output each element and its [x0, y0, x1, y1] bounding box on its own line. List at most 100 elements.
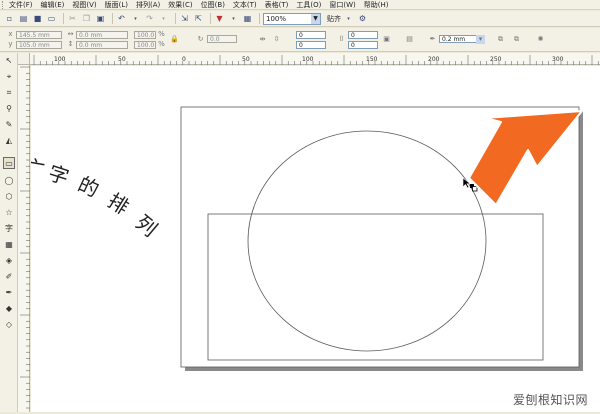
- outline-tool-icon[interactable]: ✒: [3, 287, 15, 299]
- property-bar: x y 145.5 mm 105.0 mm ↔ ↕ 0.0 mm 0.0 mm …: [0, 28, 600, 52]
- snap-dropdown-icon[interactable]: ▾: [343, 13, 354, 24]
- menu-arrange[interactable]: 排列(A): [136, 0, 160, 10]
- chevron-down-icon[interactable]: ▼: [311, 13, 320, 24]
- ruler-label: 0: [182, 56, 186, 63]
- menu-bitmaps[interactable]: 位图(B): [201, 0, 225, 10]
- canvas-artwork: 亠 字 的 排 列: [23, 106, 583, 371]
- menu-bar: 文件(F) 编辑(E) 视图(V) 版面(L) 排列(A) 效果(C) 位图(B…: [0, 0, 600, 10]
- eyedropper-tool-icon[interactable]: ✐: [3, 271, 15, 283]
- scale-y-field[interactable]: 100.0: [134, 41, 156, 49]
- text-tool-icon[interactable]: 字: [3, 223, 15, 235]
- menu-file[interactable]: 文件(F): [9, 0, 33, 10]
- ruler-label: 300: [552, 56, 564, 63]
- export-icon[interactable]: ⇱: [193, 13, 204, 24]
- paste-icon[interactable]: ▣: [95, 13, 106, 24]
- height-field[interactable]: 0.0 mm: [76, 41, 128, 49]
- import-icon[interactable]: ⇲: [179, 13, 190, 24]
- fill-tool-icon[interactable]: ◆: [3, 303, 15, 315]
- welcome-screen-icon[interactable]: ▦: [242, 13, 253, 24]
- scale-unit-x: %: [158, 30, 165, 38]
- save-icon[interactable]: ■: [32, 13, 43, 24]
- corner-radius-1[interactable]: 0: [296, 31, 326, 39]
- scale-x-field[interactable]: 100.0: [134, 31, 156, 39]
- corner-lock-all-icon[interactable]: ▣: [382, 35, 391, 44]
- polygon-tool-icon[interactable]: ⬡: [3, 191, 15, 203]
- zoom-level-value: 100%: [266, 14, 287, 23]
- horizontal-ruler[interactable]: 100 50 0 50 100 150 200 250 300: [30, 53, 600, 65]
- options-icon[interactable]: ⚙: [357, 13, 368, 24]
- cut-icon[interactable]: ✂: [67, 13, 78, 24]
- vertical-ruler-ticks: [20, 66, 30, 409]
- corner-lock-icon[interactable]: ⌷: [337, 35, 346, 44]
- watermark-text: 爱刨根知识网: [512, 393, 588, 407]
- menu-table[interactable]: 表格(T): [265, 0, 289, 10]
- application-launcher-icon[interactable]: ▼: [214, 13, 225, 24]
- menu-edit[interactable]: 编辑(E): [41, 0, 65, 10]
- curved-text-char-1[interactable]: 字: [45, 160, 71, 189]
- menu-layout[interactable]: 版面(L): [105, 0, 128, 10]
- copy-icon[interactable]: ❐: [81, 13, 92, 24]
- to-front-icon[interactable]: ⧉: [496, 35, 505, 44]
- corner-radius-3[interactable]: 0: [348, 31, 378, 39]
- ruler-label: 50: [118, 56, 126, 63]
- outline-dropdown-icon[interactable]: ▾: [476, 35, 485, 44]
- curved-text-char-3[interactable]: 排: [104, 188, 134, 219]
- curved-text-char-4[interactable]: 列: [131, 210, 162, 241]
- snap-to-label[interactable]: 贴齐: [327, 14, 341, 24]
- new-document-icon[interactable]: ▫: [4, 13, 15, 24]
- rotation-field[interactable]: 0.0: [207, 35, 237, 43]
- zoom-tool-icon[interactable]: ⚲: [3, 103, 15, 115]
- mirror-horizontal-icon[interactable]: ⇹: [258, 35, 267, 44]
- menu-window[interactable]: 窗口(W): [329, 0, 355, 10]
- open-folder-icon[interactable]: ▤: [18, 13, 29, 24]
- lock-ratio-icon[interactable]: 🔒: [170, 35, 179, 44]
- corner-radius-2[interactable]: 0: [296, 41, 326, 49]
- basic-shapes-tool-icon[interactable]: ☆: [3, 207, 15, 219]
- rotate-icon: ↻: [197, 35, 204, 43]
- standard-toolbar: ▫ ▤ ■ ▭ ✂ ❐ ▣ ↶ ▾ ↷ ▾ ⇲ ⇱ ▼ ▾ ▦ 100% ▼ 贴…: [0, 11, 600, 27]
- undo-dropdown-icon[interactable]: ▾: [130, 13, 141, 24]
- y-position-icon: y: [8, 40, 13, 48]
- outline-width-select[interactable]: 0.2 mm: [439, 35, 477, 43]
- ellipse-tool-icon[interactable]: ◯: [3, 175, 15, 187]
- curved-text-partial-char[interactable]: 亠: [23, 154, 47, 181]
- width-field[interactable]: 0.0 mm: [76, 31, 128, 39]
- smart-fill-tool-icon[interactable]: ◭: [3, 135, 15, 147]
- table-tool-icon[interactable]: ▦: [3, 239, 15, 251]
- shape-tool-icon[interactable]: ⌖: [3, 71, 15, 83]
- menu-help[interactable]: 帮助(H): [364, 0, 389, 10]
- x-position-icon: x: [8, 30, 13, 38]
- curved-text-char-2[interactable]: 的: [74, 172, 102, 202]
- crop-tool-icon[interactable]: ⌗: [3, 87, 15, 99]
- to-back-icon[interactable]: ⧉: [512, 35, 521, 44]
- convert-to-curves-icon[interactable]: ✺: [536, 35, 545, 44]
- menu-effects[interactable]: 效果(C): [168, 0, 192, 10]
- drawing-canvas[interactable]: 亠 字 的 排 列 爱刨根知识网: [23, 66, 600, 412]
- ruler-label: 100: [54, 56, 66, 63]
- redo-icon[interactable]: ↷: [144, 13, 155, 24]
- y-position-field[interactable]: 105.0 mm: [16, 41, 62, 49]
- rectangle-tool-icon[interactable]: ▭: [3, 157, 15, 169]
- ruler-label: 100: [302, 56, 314, 63]
- pick-tool-icon[interactable]: ↖: [3, 55, 15, 67]
- toolbar-separator: [112, 13, 113, 24]
- width-icon: ↔: [67, 30, 74, 38]
- interactive-blend-tool-icon[interactable]: ◈: [3, 255, 15, 267]
- print-icon[interactable]: ▭: [46, 13, 57, 24]
- menu-view[interactable]: 视图(V): [72, 0, 96, 10]
- menu-text[interactable]: 文本(T): [233, 0, 257, 10]
- launcher-dropdown-icon[interactable]: ▾: [228, 13, 239, 24]
- horizontal-ruler-ticks: 100 50 0 50 100 150 200 250 300: [33, 55, 599, 65]
- wrap-text-icon[interactable]: ▤: [405, 35, 414, 44]
- ruler-origin[interactable]: [18, 53, 30, 65]
- vertical-ruler[interactable]: [18, 65, 30, 412]
- interactive-fill-tool-icon[interactable]: ◇: [3, 319, 15, 331]
- x-position-field[interactable]: 145.5 mm: [16, 31, 62, 39]
- menu-tools[interactable]: 工具(O): [296, 0, 321, 10]
- freehand-tool-icon[interactable]: ✎: [3, 119, 15, 131]
- corner-radius-4[interactable]: 0: [348, 41, 378, 49]
- mirror-vertical-icon[interactable]: ⇳: [272, 35, 281, 44]
- zoom-level-select[interactable]: 100% ▼: [263, 12, 321, 25]
- undo-icon[interactable]: ↶: [116, 13, 127, 24]
- redo-dropdown-icon[interactable]: ▾: [158, 13, 169, 24]
